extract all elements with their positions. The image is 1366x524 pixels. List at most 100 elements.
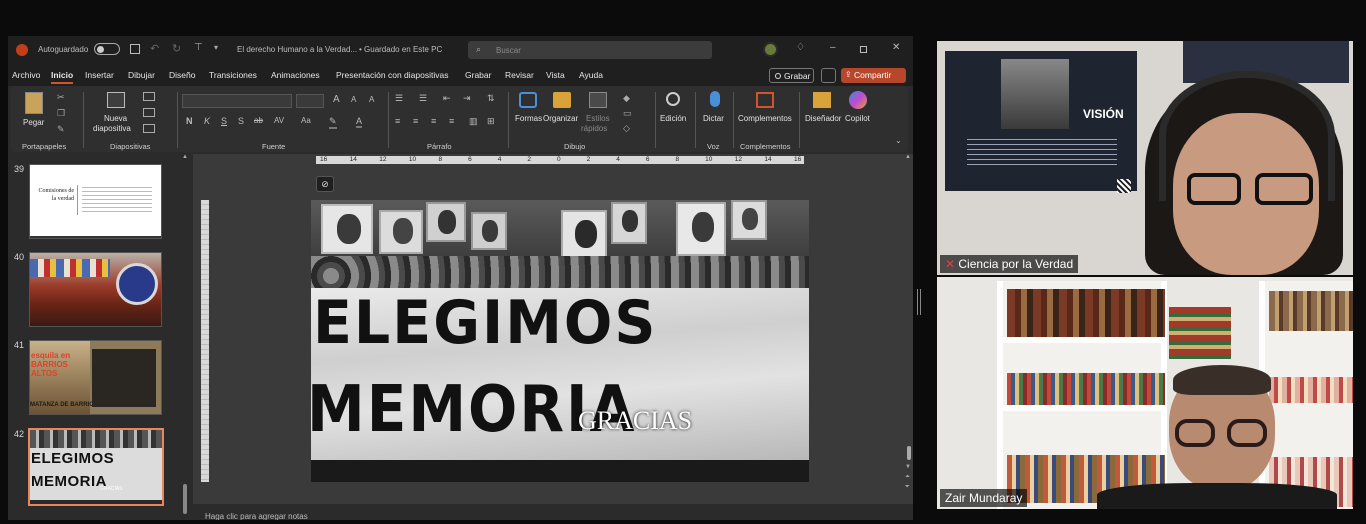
font-size-select[interactable] — [296, 94, 324, 108]
undo-icon[interactable]: ↶ — [150, 42, 159, 55]
direction-icon[interactable]: ⇅ — [487, 93, 495, 104]
customize-icon[interactable]: ▾ — [214, 43, 218, 52]
scroll-up-arrow[interactable]: ▲ — [905, 154, 911, 160]
effects-icon[interactable]: ◇ — [623, 123, 630, 134]
next-slide-icon[interactable]: ⏷ — [905, 484, 910, 491]
tab-diseno[interactable]: Diseño — [169, 70, 195, 80]
copy-icon[interactable]: ❐ — [57, 108, 65, 119]
comments-icon[interactable] — [821, 68, 836, 83]
bullets-icon[interactable]: ☰ — [395, 93, 403, 104]
italic-icon[interactable]: K — [204, 116, 210, 126]
thumbnails-scrollbar[interactable]: ▲ — [182, 154, 188, 520]
editing-label[interactable]: Edición — [660, 114, 686, 123]
slide-thumbnail-40[interactable] — [29, 252, 162, 327]
record-button[interactable]: Grabar — [769, 68, 814, 83]
arrange-icon[interactable] — [553, 92, 571, 108]
new-slide-label[interactable]: Nueva — [104, 114, 127, 123]
tab-presentacion[interactable]: Presentación con diapositivas — [336, 70, 448, 80]
addins-icon[interactable] — [756, 92, 774, 108]
current-slide[interactable]: ELEGIMOS MEMORIA GRACIAS — [311, 200, 809, 482]
underline-icon[interactable]: S — [221, 116, 227, 126]
shapes-icon[interactable] — [519, 92, 537, 108]
tab-animaciones[interactable]: Animaciones — [271, 70, 320, 80]
align-right-icon[interactable]: ≡ — [431, 116, 436, 126]
redo-icon[interactable]: ↻ — [172, 42, 181, 55]
grow-font-icon[interactable]: A — [333, 94, 340, 105]
layout-icon[interactable] — [143, 92, 155, 101]
highlight-icon[interactable]: ✎ — [329, 116, 337, 129]
cut-icon[interactable]: ✂ — [57, 92, 65, 103]
tab-insertar[interactable]: Insertar — [85, 70, 114, 80]
font-color-icon[interactable]: A — [356, 116, 363, 128]
slide-thumbnail-41[interactable]: esquila en BARRIOS ALTOS MATANZA DE BARR… — [29, 340, 162, 415]
magnifier-icon[interactable] — [666, 92, 680, 106]
strikethrough-icon[interactable]: ab — [254, 116, 263, 125]
fill-icon[interactable]: ◆ — [623, 93, 630, 104]
tab-ayuda[interactable]: Ayuda — [579, 70, 603, 80]
tab-vista[interactable]: Vista — [546, 70, 565, 80]
avatar[interactable] — [763, 42, 778, 57]
shapes-label[interactable]: Formas — [515, 114, 542, 123]
video-tile-zair-mundaray[interactable]: Zair Mundaray — [937, 277, 1353, 509]
quick-styles-icon[interactable] — [589, 92, 607, 108]
paste-label[interactable]: Pegar — [23, 118, 44, 127]
collapse-ribbon-icon[interactable]: ⌄ — [895, 136, 902, 145]
indent-icon[interactable]: ⇤ — [443, 93, 451, 104]
format-painter-icon[interactable]: ✎ — [57, 124, 65, 135]
arrange-label[interactable]: Organizar — [543, 114, 578, 123]
align-center-icon[interactable]: ≡ — [413, 116, 418, 126]
outdent-icon[interactable]: ⇥ — [463, 93, 471, 104]
paste-icon[interactable] — [25, 92, 43, 114]
close-icon[interactable]: ✕ — [892, 42, 900, 53]
present-icon[interactable]: ⊤ — [194, 42, 203, 53]
autosave-toggle[interactable] — [94, 43, 120, 55]
styles-label[interactable]: Estilos — [586, 114, 610, 123]
notes-pane[interactable]: Haga clic para agregar notas — [193, 504, 913, 520]
tab-transiciones[interactable]: Transiciones — [209, 70, 257, 80]
share-button[interactable]: ⇪ Compartir — [841, 68, 906, 83]
new-slide-icon[interactable] — [107, 92, 125, 108]
reset-icon[interactable] — [143, 108, 155, 117]
minimize-icon[interactable]: – — [830, 42, 836, 53]
document-title[interactable]: El derecho Humano a la Verdad... — [237, 45, 357, 54]
notes-placeholder[interactable]: Haga clic para agregar notas — [205, 512, 308, 520]
tab-inicio[interactable]: Inicio — [51, 70, 74, 84]
outline-icon[interactable]: ▭ — [623, 108, 632, 119]
tab-dibujar[interactable]: Dibujar — [128, 70, 155, 80]
restore-icon[interactable] — [860, 46, 867, 53]
shadow-icon[interactable]: S — [238, 116, 244, 126]
tab-revisar[interactable]: Revisar — [505, 70, 534, 80]
video-tile-ciencia-por-la-verdad[interactable]: VISIÓN ✕ Ciencia por la Verdad — [937, 41, 1353, 275]
copilot-icon[interactable] — [849, 91, 867, 109]
prev-slide-icon[interactable]: ⏶ — [905, 474, 910, 481]
save-icon[interactable] — [130, 44, 140, 54]
tab-grabar[interactable]: Grabar — [465, 70, 491, 80]
tab-archivo[interactable]: Archivo — [12, 70, 40, 80]
font-family-select[interactable] — [182, 94, 292, 108]
slide-thumbnail-42[interactable]: ELEGIMOS MEMORIA GRACIAS — [28, 428, 164, 506]
microphone-icon[interactable] — [710, 91, 720, 107]
scroll-down-arrow[interactable]: ▼ — [905, 464, 911, 470]
scroll-up-arrow[interactable]: ▲ — [182, 154, 188, 160]
justify-icon[interactable]: ≡ — [449, 116, 454, 126]
columns-icon[interactable]: ▥ — [469, 116, 478, 127]
designer-icon[interactable] — [813, 92, 831, 108]
clear-format-icon[interactable]: A — [369, 95, 374, 104]
spacing-icon[interactable]: AV — [274, 116, 284, 125]
editor-scrollbar[interactable]: ▲ ▼ ⏶ ⏷ — [905, 154, 913, 494]
styles-label-2[interactable]: rápidos — [581, 124, 607, 133]
scroll-thumb[interactable] — [183, 484, 187, 514]
slide-thumbnail-39[interactable]: Comisiones de la verdad — [29, 164, 162, 239]
numbering-icon[interactable]: ☰ — [419, 93, 427, 104]
shrink-font-icon[interactable]: A — [351, 95, 356, 104]
dictate-label[interactable]: Dictar — [703, 114, 724, 123]
editor-scroll-thumb[interactable] — [907, 446, 911, 460]
bold-icon[interactable]: N — [186, 116, 193, 126]
section-icon[interactable] — [143, 124, 155, 133]
new-slide-label-2[interactable]: diapositiva — [93, 124, 131, 133]
copilot-label[interactable]: Copilot — [845, 114, 870, 123]
designer-badge-icon[interactable]: ⊘ — [316, 176, 334, 192]
lightbulb-icon[interactable]: ♢ — [796, 42, 805, 53]
search-box[interactable]: ⌕ Buscar — [468, 41, 712, 59]
align-left-icon[interactable]: ≡ — [395, 116, 400, 126]
